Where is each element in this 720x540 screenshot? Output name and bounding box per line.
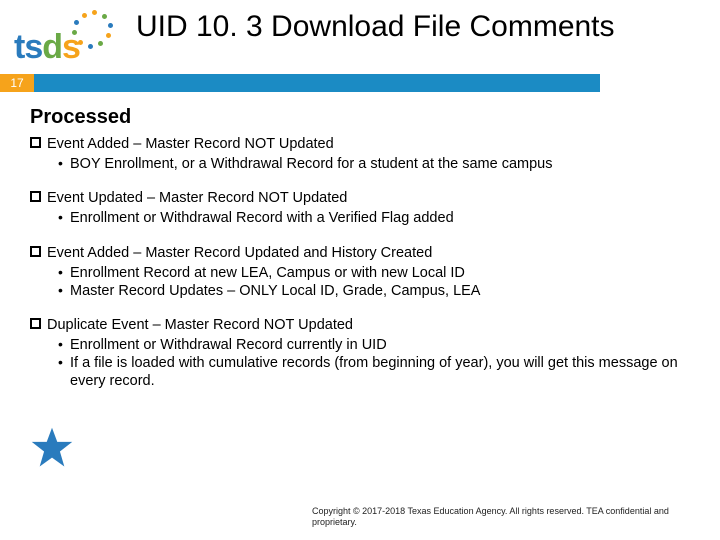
square-bullet-icon [30,137,41,148]
bullet-group: Event Added – Master Record NOT Updated … [30,135,696,173]
sub-bullet: BOY Enrollment, or a Withdrawal Record f… [58,155,696,173]
sub-bullet: If a file is loaded with cumulative reco… [58,354,696,390]
checkbox-bullet: Event Added – Master Record Updated and … [30,244,696,262]
logo-letter-s1: s [24,28,42,66]
sub-bullet: Enrollment or Withdrawal Record currentl… [58,336,696,354]
bullet-group: Duplicate Event – Master Record NOT Upda… [30,316,696,391]
bullet-headline: Event Updated – Master Record NOT Update… [47,189,347,207]
sub-list: BOY Enrollment, or a Withdrawal Record f… [30,155,696,173]
checkbox-bullet: Duplicate Event – Master Record NOT Upda… [30,316,696,334]
square-bullet-icon [30,191,41,202]
logo-letter-s2: s [62,28,80,66]
copyright-footer: Copyright © 2017-2018 Texas Education Ag… [312,506,692,528]
header: tsds UID 10. 3 Download File Comments [0,0,720,70]
bullet-headline: Event Added – Master Record Updated and … [47,244,432,262]
sub-list: Enrollment or Withdrawal Record currentl… [30,336,696,390]
blue-bar [34,74,600,92]
sub-list: Enrollment Record at new LEA, Campus or … [30,264,696,300]
square-bullet-icon [30,318,41,329]
content: Processed Event Added – Master Record NO… [0,92,720,390]
checkbox-bullet: Event Added – Master Record NOT Updated [30,135,696,153]
bullet-group: Event Added – Master Record Updated and … [30,244,696,300]
tsds-logo: tsds [14,8,126,70]
square-bullet-icon [30,246,41,257]
bullet-headline: Duplicate Event – Master Record NOT Upda… [47,316,353,334]
divider-bar: 17 [0,74,720,92]
bullet-headline: Event Added – Master Record NOT Updated [47,135,334,153]
logo-text: tsds [14,28,80,67]
sub-bullet: Enrollment Record at new LEA, Campus or … [58,264,696,282]
star-icon [30,426,74,470]
sub-bullet: Enrollment or Withdrawal Record with a V… [58,209,696,227]
checkbox-bullet: Event Updated – Master Record NOT Update… [30,189,696,207]
slide: tsds UID 10. 3 Download File Comments 17… [0,0,720,540]
slide-title: UID 10. 3 Download File Comments [126,8,615,44]
section-heading: Processed [30,106,696,129]
sub-bullet: Master Record Updates – ONLY Local ID, G… [58,282,696,300]
bar-gap [600,74,720,92]
bullet-group: Event Updated – Master Record NOT Update… [30,189,696,227]
logo-letter-t: t [14,28,24,66]
logo-letter-d: d [42,28,62,66]
page-number: 17 [0,74,34,92]
sub-list: Enrollment or Withdrawal Record with a V… [30,209,696,227]
